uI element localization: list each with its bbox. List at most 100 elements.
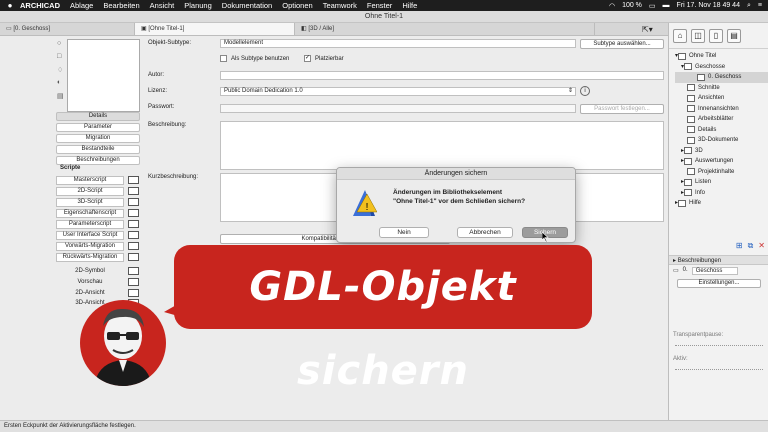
tree-item[interactable]: ▾ Geschosse bbox=[675, 62, 768, 73]
window-icon[interactable] bbox=[128, 242, 139, 250]
description-textarea[interactable] bbox=[220, 121, 664, 170]
short-description-label: Kurzbeschreibung: bbox=[148, 174, 199, 180]
set-password-button[interactable]: Passwort festlegen... bbox=[580, 104, 664, 114]
window-icon[interactable] bbox=[128, 187, 139, 195]
view-row[interactable]: 2D-Ansicht bbox=[56, 288, 140, 298]
panel-header[interactable]: ▸ Beschreibungen bbox=[669, 255, 768, 265]
tree-item[interactable]: ▸ Auswertungen bbox=[675, 156, 768, 167]
tree-item[interactable]: 3D-Dokumente bbox=[675, 135, 768, 146]
nav-details[interactable]: Details bbox=[56, 112, 140, 121]
script-row[interactable]: Eigenschaftenscript bbox=[56, 208, 140, 218]
subtype-field[interactable]: Modellelement bbox=[220, 39, 576, 48]
film-icon[interactable]: ▤ bbox=[57, 92, 65, 105]
tree-item[interactable]: ▸ Info bbox=[675, 188, 768, 199]
active-slider[interactable] bbox=[675, 366, 763, 370]
3d-document-icon bbox=[687, 136, 695, 144]
tree-item[interactable]: Schnitte bbox=[675, 83, 768, 94]
folder-icon bbox=[684, 63, 693, 71]
tree-item[interactable]: ▸ Hilfe bbox=[675, 198, 768, 209]
no-button[interactable]: Nein bbox=[379, 227, 429, 238]
window-icon[interactable] bbox=[128, 278, 139, 286]
view-map-icon[interactable]: ◫ bbox=[691, 28, 705, 43]
apple-menu-icon[interactable]: ● bbox=[0, 1, 20, 10]
circle-icon[interactable]: ○ bbox=[57, 40, 65, 53]
navigator-toolbar: ⌂ ◫ ▯ ▤ bbox=[669, 23, 768, 49]
nav-bestandteile[interactable]: Bestandteile bbox=[56, 145, 140, 154]
view-row[interactable]: 2D-Symbol bbox=[56, 266, 140, 276]
info-icon[interactable]: i bbox=[580, 86, 590, 96]
bell-icon[interactable]: ♢ bbox=[57, 66, 65, 79]
menu-planung[interactable]: Planung bbox=[184, 1, 212, 10]
menu-bearbeiten[interactable]: Bearbeiten bbox=[103, 1, 139, 10]
menu-status-area: ◠ 100 % ▭ ▬ Fri 17. Nov 18 49 44 ⌕ ≡ bbox=[609, 2, 768, 10]
script-row[interactable]: 3D-Script bbox=[56, 197, 140, 207]
window-icon[interactable] bbox=[128, 231, 139, 239]
tree-item[interactable]: ▸ 3D bbox=[675, 146, 768, 157]
window-icon[interactable] bbox=[128, 253, 139, 261]
new-view-icon[interactable]: ⊞ bbox=[736, 241, 743, 255]
tab-object-editor[interactable]: ▣ [Ohne Titel-1] bbox=[135, 23, 295, 35]
tab-options-icon[interactable]: ⇱▾ bbox=[642, 23, 668, 35]
script-row[interactable]: Masterscript bbox=[56, 175, 140, 185]
delete-icon[interactable]: ✕ bbox=[758, 241, 765, 255]
square-icon[interactable]: □ bbox=[57, 53, 65, 66]
publisher-icon[interactable]: ▤ bbox=[727, 28, 741, 43]
script-row[interactable]: Parameterscript bbox=[56, 219, 140, 229]
window-icon[interactable] bbox=[128, 267, 139, 275]
cancel-button[interactable]: Abbrechen bbox=[457, 227, 513, 238]
battery-icon[interactable]: ▭ bbox=[649, 2, 656, 10]
menu-app-name[interactable]: ARCHICAD bbox=[20, 1, 60, 10]
tree-item[interactable]: ▸ Listen bbox=[675, 177, 768, 188]
menu-list-icon[interactable]: ≡ bbox=[758, 2, 762, 9]
menu-ansicht[interactable]: Ansicht bbox=[150, 1, 175, 10]
password-field[interactable] bbox=[220, 104, 576, 113]
globe-icon[interactable]: ◐ bbox=[57, 79, 65, 92]
tree-item[interactable]: ▾ Ohne Titel bbox=[675, 51, 768, 62]
menu-fenster[interactable]: Fenster bbox=[367, 1, 392, 10]
script-row[interactable]: User Interface Script bbox=[56, 230, 140, 240]
author-field[interactable] bbox=[220, 71, 664, 80]
view-row[interactable]: Vorschau bbox=[56, 277, 140, 287]
tab-floor-plan[interactable]: ▭ [0. Geschoss] bbox=[0, 23, 135, 35]
flag-icon[interactable]: ▬ bbox=[663, 2, 670, 9]
banner-title: GDL-Objekt sichern bbox=[249, 264, 517, 394]
project-map-icon[interactable]: ⌂ bbox=[673, 28, 687, 43]
tree-item[interactable]: Ansichten bbox=[675, 93, 768, 104]
menu-dokumentation[interactable]: Dokumentation bbox=[222, 1, 272, 10]
layout-book-icon[interactable]: ▯ bbox=[709, 28, 723, 43]
window-icon[interactable] bbox=[128, 209, 139, 217]
window-icon[interactable] bbox=[128, 220, 139, 228]
clone-icon[interactable]: ⧉ bbox=[748, 241, 754, 255]
tree-item[interactable]: 0. Geschoss bbox=[675, 72, 768, 83]
nav-beschreibungen[interactable]: Beschreibungen bbox=[56, 156, 140, 165]
nav-parameter[interactable]: Parameter bbox=[56, 123, 140, 132]
script-row[interactable]: Vorwärts-Migration bbox=[56, 241, 140, 251]
script-row[interactable]: 2D-Script bbox=[56, 186, 140, 196]
password-label: Passwort: bbox=[148, 104, 175, 110]
tree-item[interactable]: Arbeitsblätter bbox=[675, 114, 768, 125]
settings-button[interactable]: Einstellungen... bbox=[677, 279, 761, 288]
license-select[interactable]: Public Domain Dedication 1.0 ⇕ bbox=[220, 87, 576, 96]
nav-migration[interactable]: Migration bbox=[56, 134, 140, 143]
battery-text[interactable]: 100 % bbox=[622, 2, 642, 9]
tab-3d[interactable]: ◧ [3D / Alle] bbox=[295, 23, 595, 35]
menu-optionen[interactable]: Optionen bbox=[282, 1, 312, 10]
menu-ablage[interactable]: Ablage bbox=[70, 1, 93, 10]
tree-item[interactable]: Projektinhalte bbox=[675, 167, 768, 178]
window-icon[interactable] bbox=[128, 198, 139, 206]
section-icon bbox=[687, 84, 695, 92]
window-icon[interactable] bbox=[128, 289, 139, 297]
transparency-slider[interactable] bbox=[675, 342, 763, 346]
select-subtype-button[interactable]: Subtype auswählen... bbox=[580, 39, 664, 49]
search-icon[interactable]: ⌕ bbox=[747, 2, 751, 10]
menu-hilfe[interactable]: Hilfe bbox=[402, 1, 417, 10]
tree-item[interactable]: Innenansichten bbox=[675, 104, 768, 115]
placeable-checkbox[interactable]: ✓ Platzierbar bbox=[304, 55, 344, 62]
wifi-icon[interactable]: ◠ bbox=[609, 2, 615, 10]
script-row[interactable]: Rückwärts-Migration bbox=[56, 252, 140, 262]
use-as-subtype-checkbox[interactable]: Als Subtype benutzen bbox=[220, 55, 289, 62]
menu-teamwork[interactable]: Teamwork bbox=[323, 1, 357, 10]
tree-item[interactable]: Details bbox=[675, 125, 768, 136]
clock[interactable]: Fri 17. Nov 18 49 44 bbox=[677, 2, 740, 9]
window-icon[interactable] bbox=[128, 176, 139, 184]
